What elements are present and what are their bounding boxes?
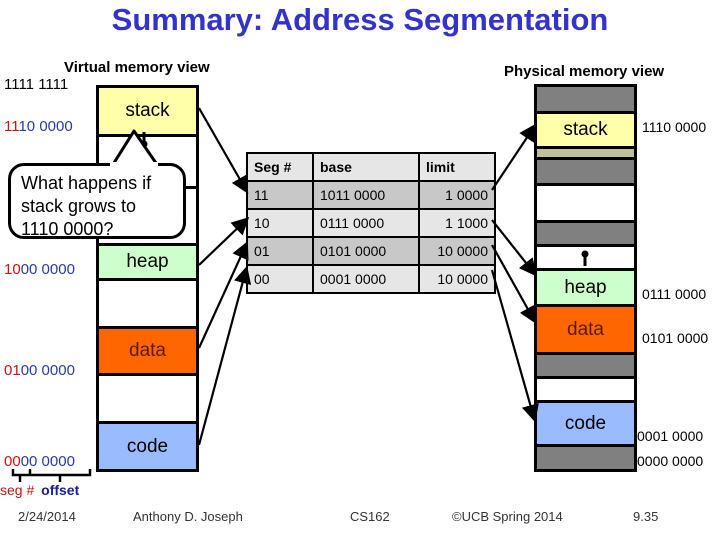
footer-course: CS162 <box>350 509 390 524</box>
footer-author: Anthony D. Joseph <box>133 509 243 524</box>
callout-pointer <box>110 129 160 168</box>
heap-growth-pin-icon <box>581 250 589 266</box>
arrow-table-to-pstack <box>491 123 537 191</box>
callout-pointer-join <box>110 162 158 168</box>
callout-line: 1110 0000? <box>21 219 114 239</box>
footer-copyright: ©UCB Spring 2014 <box>452 509 563 524</box>
arrow-table-to-pheap <box>491 219 537 277</box>
mapping-arrows <box>110 107 589 446</box>
footer-date: 2/24/2014 <box>18 509 76 524</box>
arrow-vstack-to-table <box>198 107 249 194</box>
arrow-table-to-pdata <box>491 244 537 324</box>
callout-line: What happens if <box>21 173 152 193</box>
callout-bubble: What happens if stack grows to 1110 0000… <box>8 163 186 239</box>
callout-line: stack grows to <box>21 196 137 216</box>
footer-page-number: 9.35 <box>633 509 659 524</box>
arrow-table-to-pcode <box>490 269 539 423</box>
